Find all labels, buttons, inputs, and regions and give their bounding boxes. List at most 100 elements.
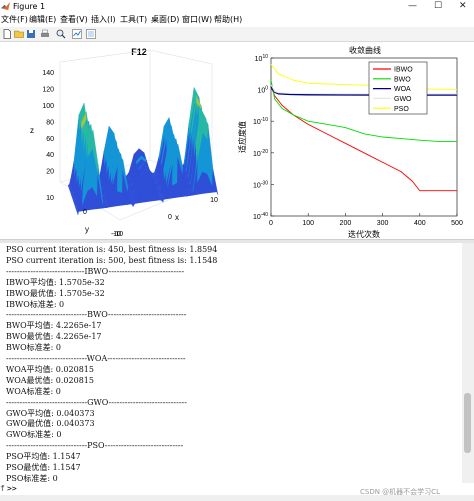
x-tick-label: 0 [168,214,172,221]
x-tick-label: 0 [269,220,273,227]
z-tick-label: 80 [46,119,54,126]
y-tick-label: 100 [257,86,268,95]
close-icon[interactable]: ✕ [459,0,467,12]
menu-tools[interactable]: 工具(T) [120,13,147,27]
console-line: PSO current iteration is: 450, best fitn… [6,245,218,254]
title-bar: Figure 1 — ☐ ✕ [0,0,474,13]
console-line: IBWO最优值: 1.5705e-32 [6,288,105,298]
fx-icon: f [0,484,5,493]
y-tick-label: 10-30 [253,180,268,189]
x-tick-label: 500 [451,220,463,227]
x-tick-label: 400 [414,220,426,227]
surface-patch [116,190,123,207]
matlab-logo-icon [1,2,10,11]
menu-help[interactable]: 帮助(H) [214,13,242,27]
figure-toolbar [0,27,474,42]
z-tick-label: 60 [46,136,54,143]
y-tick-label: 10-20 [253,149,268,158]
z-tick-label: 140 [42,70,54,77]
z-tick-label: 20 [46,169,54,176]
x-tick-label: 100 [302,220,314,227]
legend-label: PSO [394,106,409,113]
console-line: WOA标准差: 0 [6,386,61,396]
y-tick-exponent: 10 [262,54,268,60]
command-window[interactable]: PSO current iteration is: 450, best fitn… [0,243,462,493]
vertical-scrollbar[interactable] [462,243,474,493]
console-line: -----------------------------IBWO-------… [6,266,185,276]
x-tick-label: 300 [377,220,389,227]
y-tick-label: 1010 [255,54,269,63]
data-cursor-icon[interactable] [72,29,82,39]
menu-view[interactable]: 查看(V) [60,13,88,27]
minimize-icon[interactable]: — [408,0,417,12]
print-icon[interactable] [40,29,50,39]
new-file-icon[interactable] [2,29,12,39]
legend-label: BWO [394,76,411,83]
console-line: BWO标准差: 0 [6,343,61,353]
menu-bar: 文件(F) 编辑(E) 查看(V) 插入(I) 工具(T) 桌面(D) 窗口(W… [0,13,474,27]
y-tick-exponent: -30 [261,180,268,186]
watermark: CSDN @机器不会学习CL [360,488,440,496]
console-line: GWO标准差: 0 [6,430,62,440]
console-line: IBWO平均值: 1.5705e-32 [6,277,105,287]
y-tick-label: -10 [111,231,121,238]
console-line: PSO current iteration is: 500, best fitn… [6,255,218,265]
y-axis-label: y [85,225,89,234]
menu-insert[interactable]: 插入(I) [91,13,116,27]
z-tick-label: 40 [46,152,54,159]
y-tick-exponent: 0 [265,86,268,92]
x-tick-label: 10 [210,197,218,204]
z-axis-ticks: 140 120 100 80 60 40 20 [42,70,54,175]
surface-plot[interactable]: F12 14012010080604020 -10010 100-10 z x … [0,42,235,239]
y-tick-label: 10 [46,195,54,202]
y-tick-label: 10-40 [253,212,268,221]
convergence-chart[interactable]: 收敛曲线 101010010-1010-2010-3010-40 0 100 200… [235,42,474,239]
x-tick-label: 200 [340,220,352,227]
console-line: WOA平均值: 0.020815 [6,364,94,374]
legend-label: GWO [394,96,412,103]
surface-patch [201,171,208,194]
z-axis-label: z [30,126,34,135]
console-line: ------------------------------WOA-------… [6,354,186,363]
console-line: IBWO标准差: 0 [6,299,65,309]
scrollbar-thumb[interactable] [464,393,471,453]
y-tick-exponent: -10 [261,117,268,123]
console-line: ------------------------------PSO-------… [6,441,184,451]
console-line: ------------------------------BWO-------… [6,310,187,320]
z-tick-label: 100 [42,103,54,110]
legend-label: IBWO [394,67,413,74]
menu-edit[interactable]: 编辑(E) [29,13,56,27]
y-tick-exponent: -20 [261,149,268,155]
figure-area: F12 140 120 100 80 60 40 20 -10 0 10 10 0 -10 z x … [0,42,474,239]
menu-desktop[interactable]: 桌面(D) [151,13,179,27]
surface-mesh [67,87,219,216]
menu-window[interactable]: 窗口(W) [182,13,212,27]
console-line: ------------------------------GWO-------… [6,397,187,407]
maximize-icon[interactable]: ☐ [434,0,442,12]
console-line: GWO平均值: 0.040373 [6,408,95,418]
save-icon[interactable] [26,29,36,39]
open-folder-icon[interactable] [14,29,24,39]
y-tick-label: 0 [83,209,87,216]
prompt-symbol: >> [7,484,17,493]
z-tick-label: 120 [42,87,54,94]
plot-tools-icon[interactable] [86,29,96,39]
menu-file[interactable]: 文件(F) [1,13,28,27]
convergence-xlabel: 迭代次数 [348,229,380,239]
console-line: PSO平均值: 1.1547 [6,452,81,462]
console-line: BWO最优值: 4.2265e-17 [6,332,102,342]
console-line: GWO最优值: 0.040373 [6,419,95,429]
x-axis-label: x [175,213,179,222]
convergence-ylabel: 适应度值 [237,121,247,153]
console-line: BWO平均值: 4.2265e-17 [6,321,102,331]
surface-patch [146,194,153,202]
y-tick-exponent: -40 [261,212,268,218]
legend-label: WOA [394,86,411,93]
y-tick-label: 10-10 [253,117,268,126]
window-title: Figure 1 [13,2,46,11]
legend: IBWO BWO WOA GWO PSO [368,61,428,115]
console-line: WOA最优值: 0.020815 [6,375,94,385]
console-line: PSO最优值: 1.1547 [6,463,81,472]
convergence-title: 收敛曲线 [349,45,381,55]
zoom-icon[interactable] [56,29,66,39]
